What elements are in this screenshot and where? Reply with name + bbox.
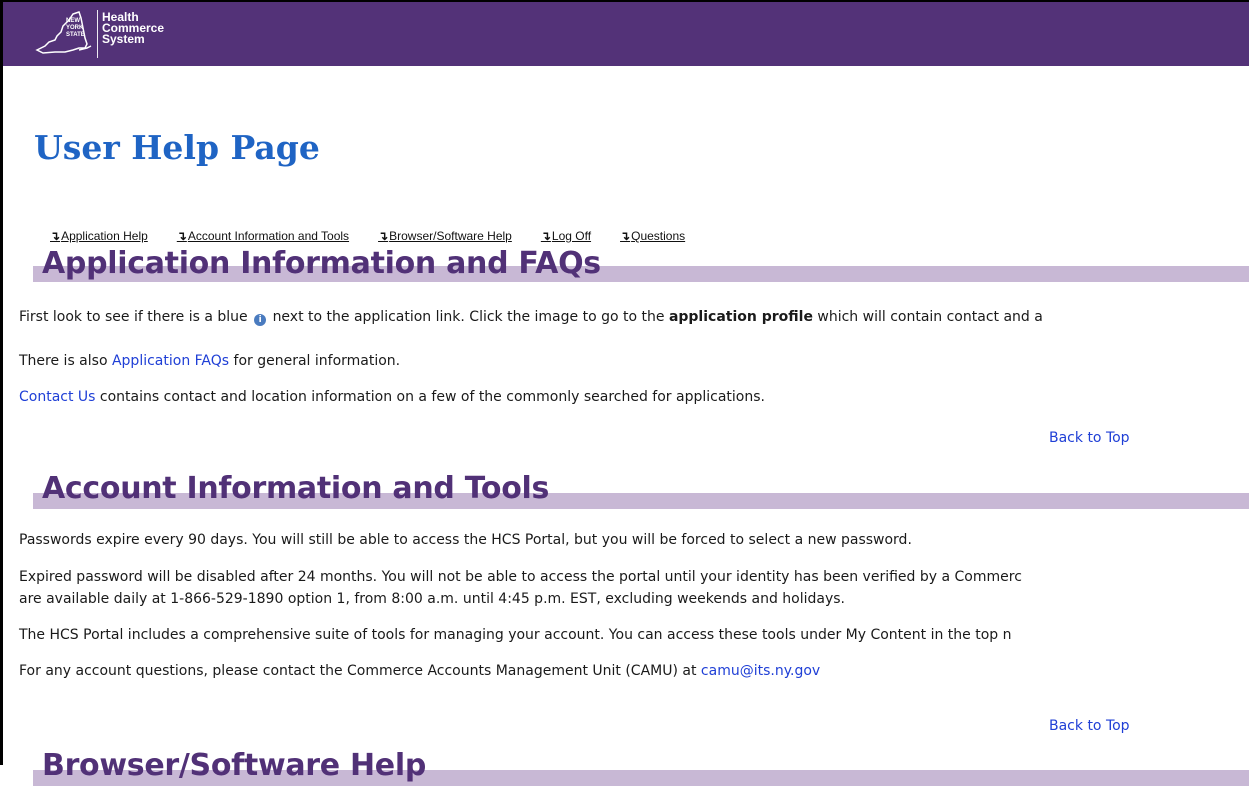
account-paragraph-1: Passwords expire every 90 days. You will… [19,532,912,548]
ny-state-map-icon: NEW YORK STATE [35,11,92,54]
info-icon: i [254,314,267,326]
app-info-paragraph-1: First look to see if there is a blue i n… [19,309,1043,326]
section-nav: ↴ Application Help ↴ Account Information a… [50,229,714,243]
page-title: User Help Page [34,128,320,167]
hcs-logo[interactable]: NEW YORK STATE Health Commerce System [35,10,164,60]
tab-browser-software-help[interactable]: ↴ Browser/Software Help [378,229,512,243]
app-info-paragraph-2: There is also Application FAQs for gener… [19,353,401,369]
jump-arrow-icon: ↴ [620,229,631,243]
site-header: NEW YORK STATE Health Commerce System [3,2,1249,66]
jump-arrow-icon: ↴ [540,229,551,243]
svg-text:STATE: STATE [66,32,85,38]
svg-text:YORK: YORK [66,25,84,31]
logo-wordmark: Health Commerce System [102,11,164,46]
back-to-top-link[interactable]: Back to Top [1049,430,1130,446]
section-heading-account-info: Account Information and Tools [42,471,550,506]
jump-arrow-icon: ↴ [50,229,61,243]
tab-application-help[interactable]: ↴ Application Help [50,229,148,243]
contact-us-link[interactable]: Contact Us [19,389,95,405]
tab-log-off[interactable]: ↴ Log Off [541,229,591,243]
section-heading-browser-help: Browser/Software Help [42,748,427,783]
jump-arrow-icon: ↴ [378,229,389,243]
svg-text:NEW: NEW [66,18,80,24]
logo-divider [97,10,98,58]
jump-arrow-icon: ↴ [176,229,187,243]
section-heading-application-info: Application Information and FAQs [42,246,601,281]
logo-line-system: System [102,32,145,46]
account-paragraph-2: Expired password will be disabled after … [19,569,1022,607]
account-paragraph-4: For any account questions, please contac… [19,663,821,679]
application-faqs-link[interactable]: Application FAQs [112,353,229,369]
window-frame-left [0,0,3,765]
tab-account-information[interactable]: ↴ Account Information and Tools [177,229,349,243]
account-paragraph-3: The HCS Portal includes a comprehensive … [19,627,1012,643]
camu-email-link[interactable]: camu@its.ny.gov [701,663,820,679]
tab-questions[interactable]: ↴ Questions [620,229,685,243]
app-info-paragraph-3: Contact Us contains contact and location… [19,389,765,405]
back-to-top-link[interactable]: Back to Top [1049,718,1130,734]
